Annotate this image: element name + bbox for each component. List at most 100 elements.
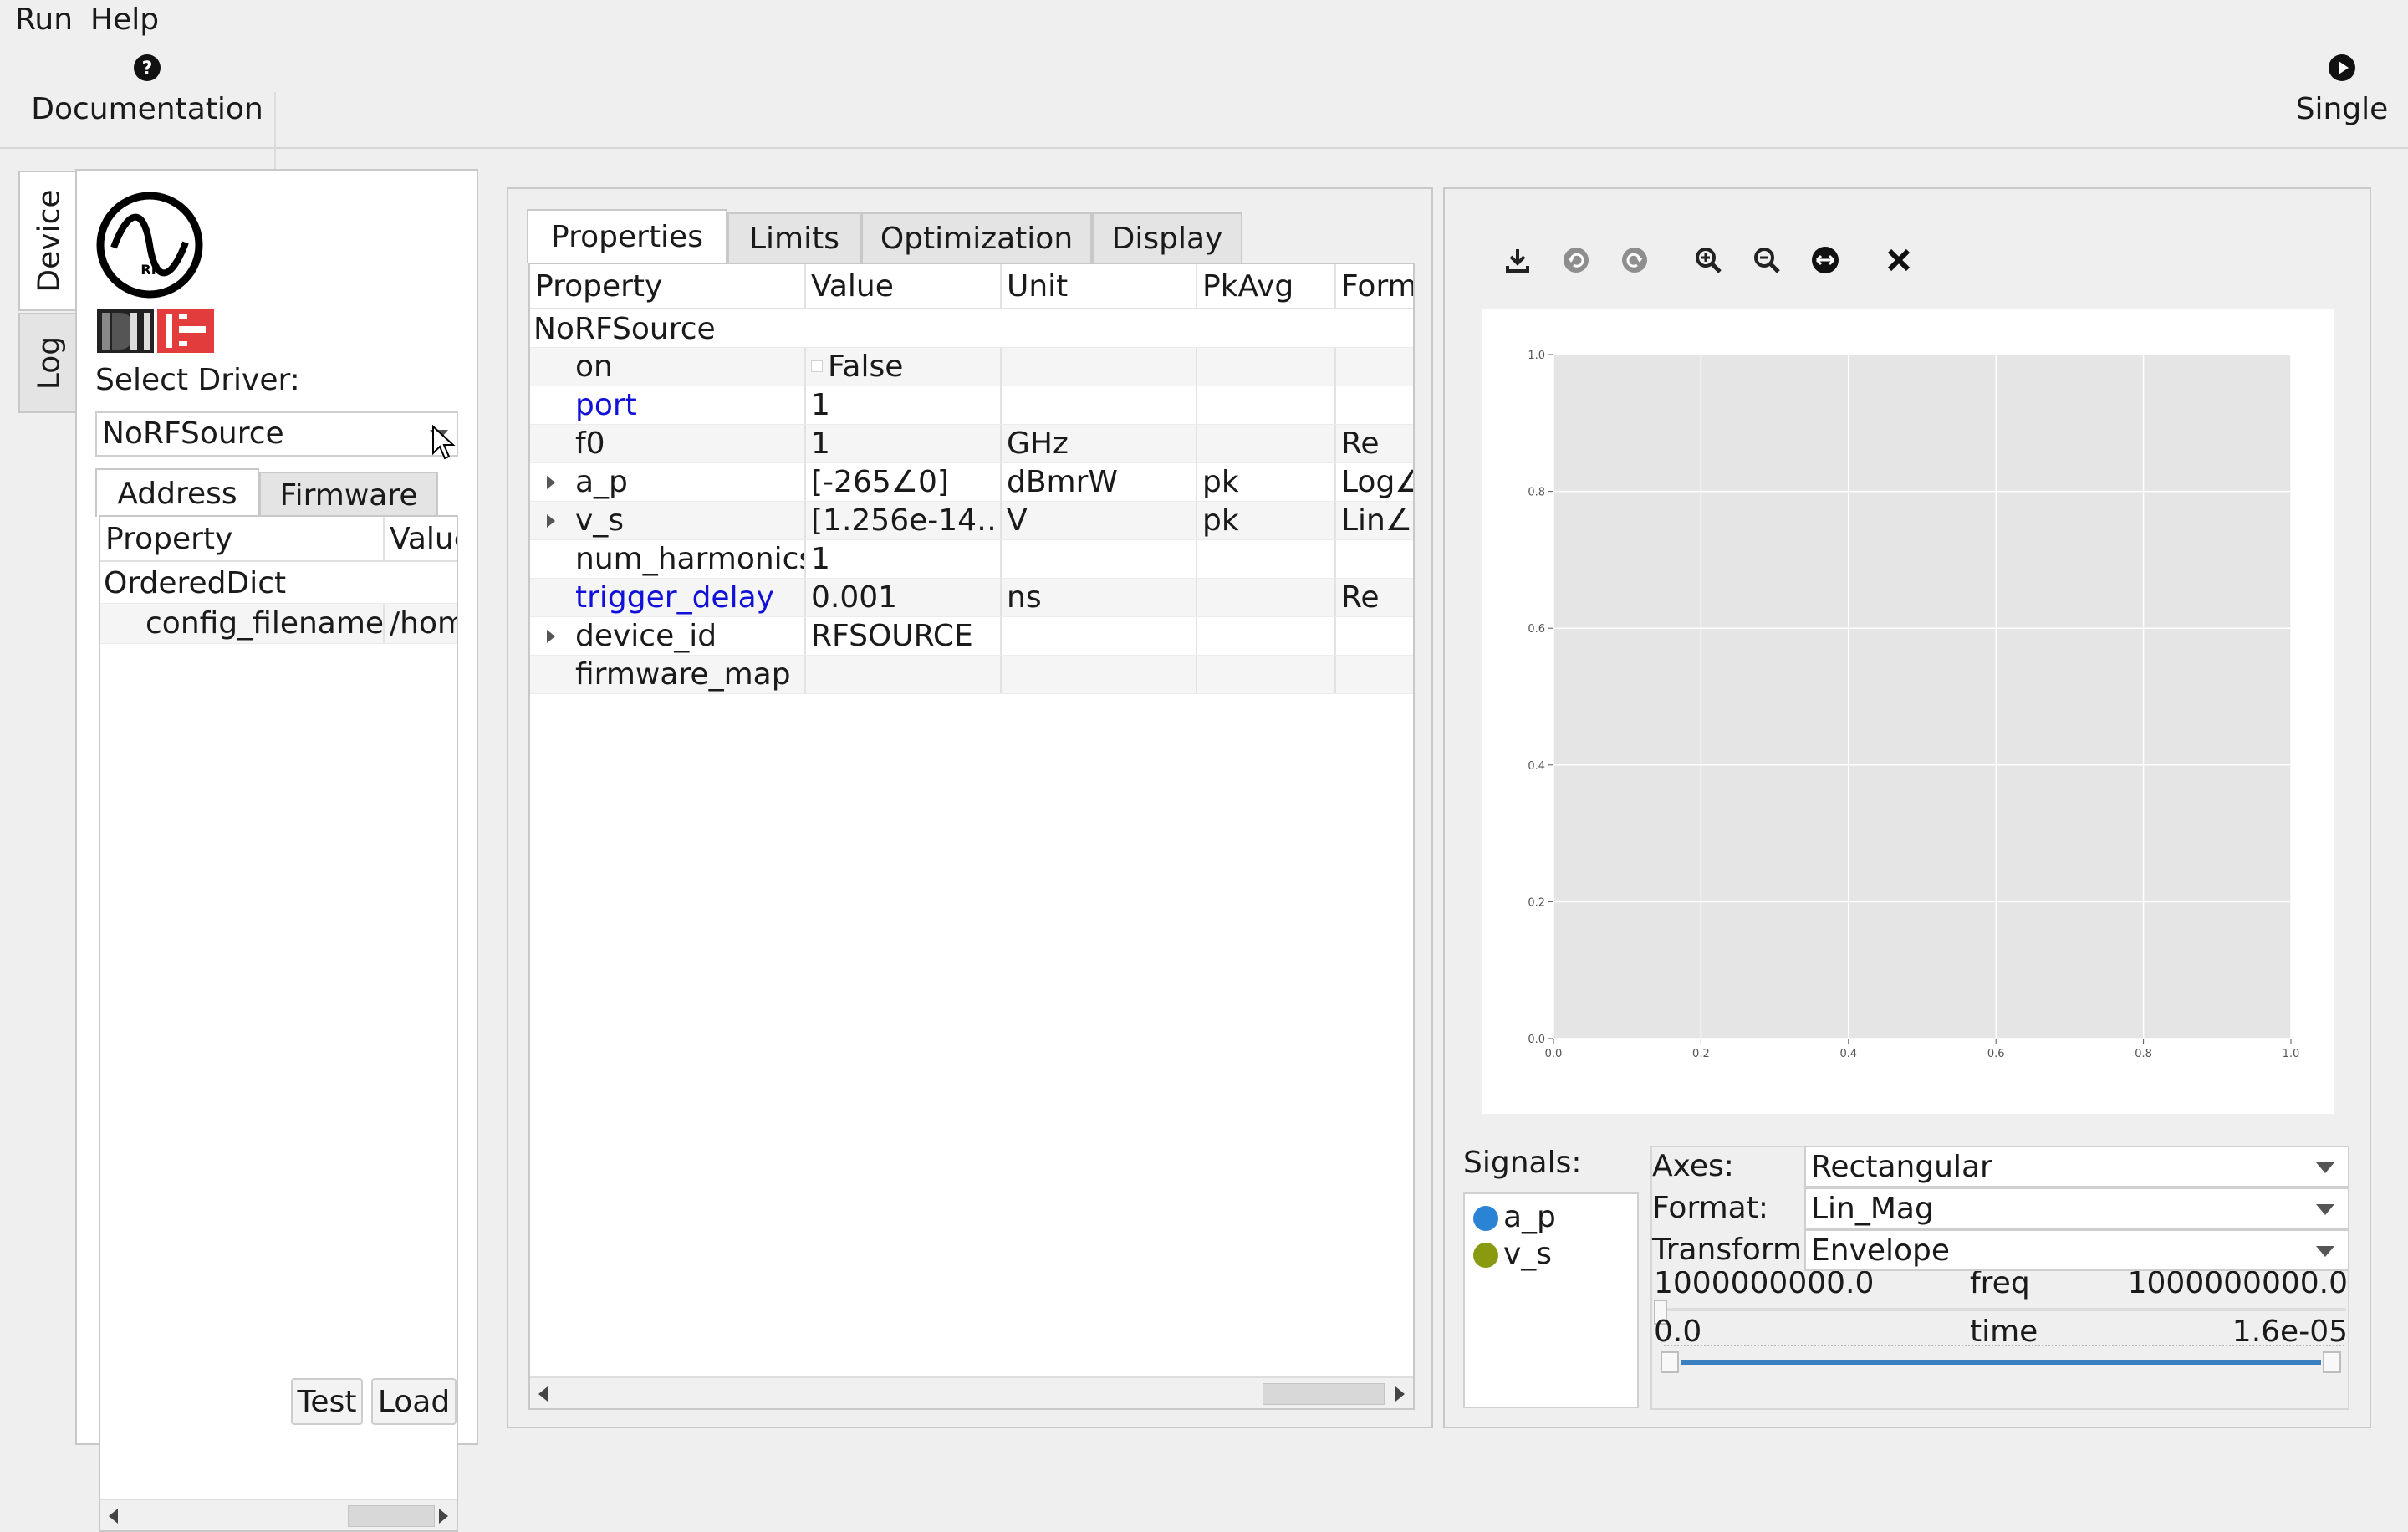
column-header-form[interactable]: Form — [1336, 264, 1413, 308]
tab-display[interactable]: Display — [1092, 212, 1242, 263]
property-cell-value[interactable]: 1 — [806, 540, 1002, 578]
download-icon[interactable] — [1503, 246, 1532, 274]
menu-run[interactable]: Run — [15, 0, 73, 38]
tab-limits[interactable]: Limits — [727, 212, 861, 263]
main-toolbar: ? Documentation Single — [0, 38, 2408, 176]
property-cell-unit — [1002, 656, 1197, 693]
documentation-button[interactable]: ? Documentation — [17, 43, 278, 144]
scroll-right-icon[interactable] — [1395, 1386, 1405, 1402]
tab-device[interactable]: Device — [18, 171, 79, 311]
device-panel: RF Select Driver: NoRFSource Address Fir… — [75, 169, 478, 1532]
axes-label: Axes: — [1652, 1149, 1734, 1183]
column-header-pkavg[interactable]: PkAvg — [1197, 264, 1336, 308]
time-range-slider[interactable] — [1681, 1360, 2321, 1365]
property-row[interactable]: on False — [530, 348, 1413, 386]
property-row[interactable]: v_s [1.256e-14… Vpk Lin∠ — [530, 502, 1413, 540]
tree-row-property: OrderedDict — [104, 566, 287, 600]
menu-help[interactable]: Help — [90, 0, 159, 38]
address-horizontal-scrollbar[interactable] — [100, 1499, 457, 1530]
column-header-property[interactable]: Property — [100, 517, 385, 560]
checkbox[interactable] — [811, 360, 823, 372]
scrollbar-thumb[interactable] — [348, 1505, 435, 1527]
property-cell-value[interactable]: False — [806, 348, 1002, 386]
scroll-left-icon[interactable] — [538, 1386, 548, 1402]
property-cell-pkavg: pk — [1197, 463, 1336, 501]
tab-log[interactable]: Log — [18, 313, 79, 413]
property-cell-value[interactable] — [806, 656, 1002, 693]
property-row[interactable]: firmware_map — [530, 656, 1413, 694]
property-row[interactable]: a_p [-265∠0] dBmrW pk Log∠ — [530, 463, 1413, 502]
expand-arrow-icon[interactable] — [547, 630, 555, 643]
scroll-right-icon[interactable] — [439, 1509, 448, 1524]
tree-row-property: config_filename — [100, 604, 385, 643]
tab-optimization[interactable]: Optimization — [861, 212, 1092, 263]
tree-group-row[interactable]: NoRFSource — [530, 311, 1413, 348]
property-cell-value[interactable]: 0.001 — [806, 579, 1002, 616]
time-slider-handle-start[interactable] — [1661, 1351, 1679, 1373]
chevron-down-icon — [2316, 1204, 2334, 1215]
property-cell-value[interactable]: 1 — [806, 425, 1002, 462]
tab-properties[interactable]: Properties — [527, 209, 727, 263]
property-cell-unit: V — [1002, 502, 1197, 539]
help-icon: ? — [134, 54, 161, 81]
property-cell-value[interactable]: 1 — [806, 386, 1002, 424]
properties-tree: Property Value Unit PkAvg Form NoRFSourc… — [528, 263, 1415, 1410]
property-cell-property: port — [530, 386, 806, 424]
freq-slider[interactable] — [1656, 1308, 2346, 1311]
axes-select[interactable]: Rectangular — [1804, 1146, 2349, 1187]
property-cell-property: device_id — [530, 617, 806, 655]
x-tick-label: 0.4 — [1839, 1048, 1857, 1060]
y-tick-label: 0.4 — [1528, 760, 1545, 773]
rf-source-logo: RF — [96, 192, 203, 299]
format-select[interactable]: Lin_Mag — [1804, 1187, 2349, 1229]
time-slider-handle-end[interactable] — [2323, 1351, 2341, 1373]
tree-group-label: NoRFSource — [533, 312, 716, 346]
pan-icon[interactable] — [1811, 246, 1839, 274]
x-tick-label: 0.6 — [1987, 1048, 2005, 1060]
plot-canvas[interactable]: 0.0 0.2 0.4 0.6 0.8 1.0 0.0 0.2 0.4 0.6 0.8 1.0 — [1482, 309, 2334, 1114]
property-cell-value[interactable]: [-265∠0] — [806, 463, 1002, 501]
scrollbar-thumb[interactable] — [1263, 1383, 1385, 1405]
test-button[interactable]: Test — [291, 1378, 363, 1425]
expand-arrow-icon[interactable] — [547, 514, 555, 528]
expand-arrow-icon[interactable] — [547, 476, 555, 489]
x-tick-label: 0.8 — [2135, 1048, 2152, 1060]
column-header-property[interactable]: Property — [530, 264, 806, 308]
zoom-out-icon[interactable] — [1752, 246, 1781, 274]
tree-row[interactable]: config_filename /hom — [100, 604, 457, 644]
property-row[interactable]: trigger_delay 0.001 ns Re — [530, 579, 1413, 617]
property-row[interactable]: port 1 — [530, 386, 1413, 425]
signal-name: v_s — [1503, 1237, 1553, 1271]
signals-label: Signals: — [1463, 1146, 1582, 1180]
properties-horizontal-scrollbar[interactable] — [530, 1376, 1413, 1408]
tab-address[interactable]: Address — [95, 468, 259, 517]
property-cell-pkavg: pk — [1197, 502, 1336, 539]
transform-select[interactable]: Envelope — [1804, 1229, 2349, 1271]
property-row[interactable]: device_id RFSOURCE — [530, 617, 1413, 656]
property-cell-value[interactable]: RFSOURCE — [806, 617, 1002, 655]
close-icon[interactable] — [1885, 246, 1913, 274]
signal-item-v_s[interactable]: v_s — [1468, 1236, 1635, 1273]
scroll-left-icon[interactable] — [109, 1509, 118, 1524]
undo-icon[interactable] — [1562, 246, 1590, 274]
tab-firmware[interactable]: Firmware — [259, 472, 438, 517]
driver-select[interactable]: NoRFSource — [95, 411, 458, 457]
signal-item-a_p[interactable]: a_p — [1468, 1199, 1635, 1236]
property-cell-form: Re — [1341, 580, 1380, 615]
property-cell-unit — [1002, 540, 1197, 578]
redo-icon[interactable] — [1620, 246, 1649, 274]
zoom-in-icon[interactable] — [1694, 246, 1722, 274]
property-row[interactable]: f0 1 GHz Re — [530, 425, 1413, 463]
tree-row[interactable]: OrderedDict — [100, 564, 457, 604]
driver-logo-dn-icon — [97, 309, 154, 353]
column-header-value[interactable]: Value — [385, 517, 457, 560]
property-cell-pkavg — [1197, 617, 1336, 655]
load-button[interactable]: Load — [371, 1378, 457, 1425]
property-cell-form: Re — [1341, 426, 1380, 461]
column-header-unit[interactable]: Unit — [1002, 264, 1197, 308]
column-header-value[interactable]: Value — [806, 264, 1002, 308]
property-cell-value[interactable]: [1.256e-14… — [806, 502, 1002, 539]
property-row[interactable]: num_harmonics 1 — [530, 540, 1413, 579]
single-run-button[interactable]: Single — [2288, 43, 2396, 144]
property-cell-property: f0 — [530, 425, 806, 462]
